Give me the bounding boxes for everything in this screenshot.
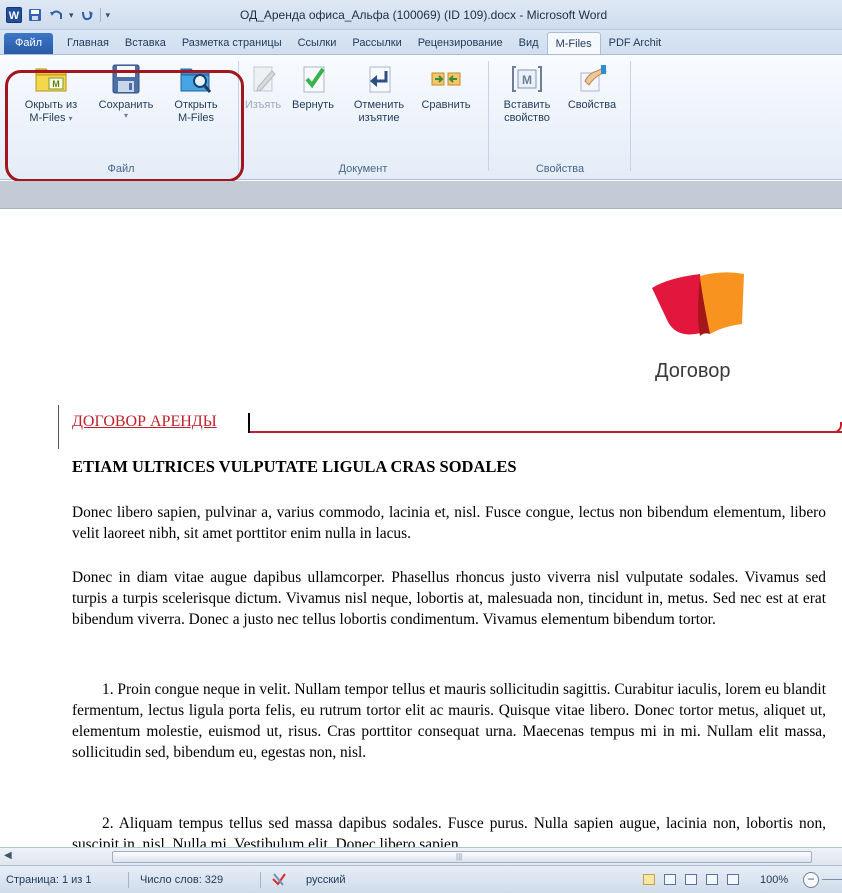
- insert-property-label-1: Вставить: [503, 99, 551, 111]
- pencil-icon: [246, 63, 280, 95]
- tab-view[interactable]: Вид: [511, 32, 547, 54]
- group-properties: M Вставить свойство Свойства Свойства: [492, 55, 628, 179]
- zoom-slider[interactable]: [822, 879, 842, 880]
- undo-icon[interactable]: [48, 7, 64, 23]
- zoom-out-icon[interactable]: −: [803, 872, 819, 888]
- ribbon-tabs: Файл Главная Вставка Разметка страницы С…: [0, 30, 842, 54]
- language-indicator[interactable]: русский: [306, 866, 345, 893]
- document-heading[interactable]: ДОГОВОР АРЕНДЫ: [72, 413, 217, 431]
- document-subtitle[interactable]: ETIAM ULTRICES VULPUTATE LIGULA CRAS SOD…: [72, 457, 517, 477]
- status-separator: [128, 872, 129, 888]
- tab-review[interactable]: Рецензирование: [410, 32, 511, 54]
- group-document: Изъять Вернуть Отменить изъятие Сравнить…: [240, 55, 486, 179]
- word-count[interactable]: Число слов: 329: [140, 866, 223, 893]
- save-qat-icon[interactable]: [27, 7, 43, 23]
- spell-check-icon[interactable]: [270, 866, 290, 893]
- word-app-icon[interactable]: W: [6, 7, 22, 23]
- checkin-button[interactable]: Вернуть: [284, 63, 342, 112]
- highlight-file-group: [5, 70, 244, 182]
- horizontal-scrollbar[interactable]: ◀ |||: [0, 847, 842, 865]
- draft-view-icon[interactable]: [727, 874, 739, 885]
- compare-button[interactable]: Сравнить: [416, 63, 476, 112]
- customize-qat-icon[interactable]: ▾: [106, 10, 111, 21]
- paragraph[interactable]: 2. Aliquam tempus tellus sed massa dapib…: [72, 813, 826, 847]
- tab-home[interactable]: Главная: [59, 32, 117, 54]
- full-screen-reading-icon[interactable]: [664, 874, 676, 885]
- document-page[interactable]: Договор ДОГОВОР АРЕНДЫ ETIAM ULTRICES VU…: [0, 210, 842, 847]
- status-bar: Страница: 1 из 1 Число слов: 329 русский…: [0, 865, 842, 893]
- undo-checkout-label-1: Отменить: [353, 99, 405, 111]
- tab-m-files[interactable]: M-Files: [546, 32, 601, 54]
- svg-text:M: M: [522, 73, 532, 87]
- insert-property-label-2: свойство: [504, 112, 550, 124]
- properties-label: Свойства: [567, 99, 617, 111]
- undo-checkout-label-2: изъятие: [358, 112, 400, 124]
- company-logo: [648, 270, 748, 350]
- tab-pdf-architect[interactable]: PDF Archit: [601, 32, 670, 54]
- compare-label: Сравнить: [421, 99, 471, 111]
- tab-file[interactable]: Файл: [4, 33, 54, 54]
- qat-separator: [99, 8, 101, 22]
- compare-arrows-icon: [429, 63, 463, 95]
- document-background: [0, 181, 842, 209]
- group-properties-label: Свойства: [535, 163, 585, 175]
- paragraph[interactable]: Donec libero sapien, pulvinar a, varius …: [72, 502, 826, 544]
- undo-checkout-button[interactable]: Отменить изъятие: [344, 63, 414, 125]
- logo-caption: Договор: [655, 360, 731, 382]
- tab-references[interactable]: Ссылки: [290, 32, 345, 54]
- redo-icon[interactable]: [79, 7, 95, 23]
- group-document-label: Документ: [338, 163, 388, 175]
- scroll-left-icon[interactable]: ◀: [4, 850, 12, 861]
- checkout-button[interactable]: Изъять: [240, 63, 286, 112]
- paragraph[interactable]: 1. Proin congue neque in velit. Nullam t…: [72, 679, 826, 763]
- text-caret: [248, 413, 250, 433]
- tab-mailings[interactable]: Рассылки: [344, 32, 409, 54]
- group-separator: [630, 61, 631, 171]
- checkout-label: Изъять: [244, 99, 282, 111]
- zoom-level[interactable]: 100%: [760, 866, 788, 893]
- scrollbar-grip-icon: |||: [456, 852, 463, 861]
- window-title: ОД_Аренда офиса_Альфа (100069) (ID 109).…: [240, 8, 608, 22]
- paragraph[interactable]: Donec in diam vitae augue dapibus ullamc…: [72, 567, 826, 630]
- tab-insert[interactable]: Вставка: [117, 32, 174, 54]
- outline-view-icon[interactable]: [706, 874, 718, 885]
- properties-hand-icon: [575, 63, 609, 95]
- insert-property-button[interactable]: M Вставить свойство: [494, 63, 560, 125]
- group-separator: [488, 61, 489, 171]
- insert-property-icon: M: [510, 63, 544, 95]
- heading-rule: [250, 431, 842, 433]
- page-count[interactable]: Страница: 1 из 1: [6, 866, 92, 893]
- print-layout-view-icon[interactable]: [643, 874, 655, 885]
- checkin-label: Вернуть: [292, 99, 334, 111]
- properties-button[interactable]: Свойства: [560, 63, 624, 112]
- left-margin-bar: [58, 405, 59, 449]
- undo-dropdown-icon[interactable]: ▾: [69, 10, 74, 21]
- undo-arrow-icon: [362, 63, 396, 95]
- status-separator: [260, 872, 261, 888]
- tab-page-layout[interactable]: Разметка страницы: [174, 32, 290, 54]
- checkmark-icon: [296, 63, 330, 95]
- quick-access-toolbar: W ▾ ▾: [6, 6, 110, 24]
- web-layout-icon[interactable]: [685, 874, 697, 885]
- title-bar: W ▾ ▾ ОД_Аренда офиса_Альфа (100069) (ID…: [0, 0, 842, 30]
